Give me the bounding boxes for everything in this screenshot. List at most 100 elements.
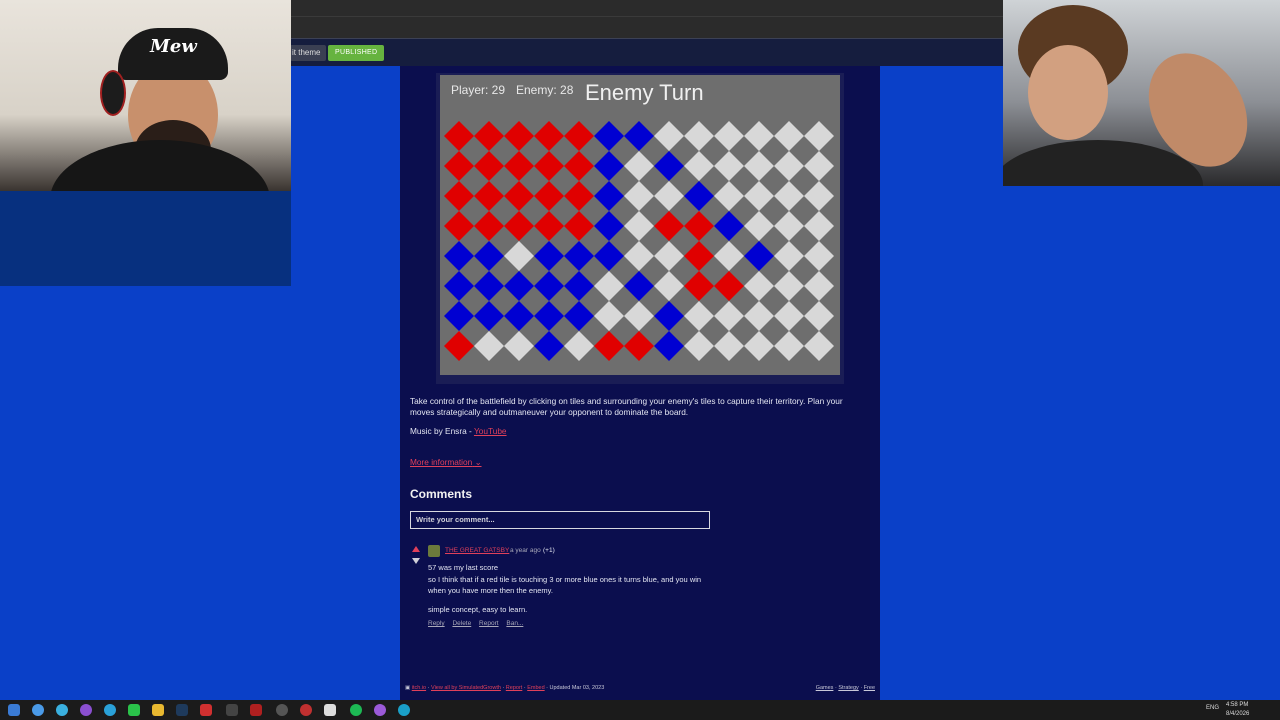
footer-tag-free[interactable]: Free bbox=[864, 685, 875, 691]
language-indicator[interactable]: ENG bbox=[1206, 705, 1219, 711]
footer-link-view-all[interactable]: View all by SimulatedGrowth bbox=[431, 685, 501, 691]
board-tile[interactable] bbox=[714, 151, 744, 181]
board-tile[interactable] bbox=[534, 121, 564, 151]
board-tile[interactable] bbox=[804, 331, 834, 361]
board-tile[interactable] bbox=[594, 241, 624, 271]
board-tile[interactable] bbox=[444, 271, 474, 301]
board-tile[interactable] bbox=[504, 211, 534, 241]
board-tile[interactable] bbox=[714, 241, 744, 271]
board-tile[interactable] bbox=[624, 241, 654, 271]
board-tile[interactable] bbox=[534, 181, 564, 211]
app-icon[interactable] bbox=[324, 704, 336, 716]
youtube-link[interactable]: YouTube bbox=[474, 426, 507, 436]
comment-author[interactable]: THE GREAT GATSBY bbox=[445, 547, 509, 554]
board-tile[interactable] bbox=[744, 271, 774, 301]
app-icon[interactable] bbox=[374, 704, 386, 716]
board-tile[interactable] bbox=[594, 151, 624, 181]
board-tile[interactable] bbox=[534, 151, 564, 181]
board-tile[interactable] bbox=[444, 241, 474, 271]
board-tile[interactable] bbox=[594, 271, 624, 301]
clock-time[interactable]: 4:58 PM bbox=[1226, 702, 1248, 708]
board-tile[interactable] bbox=[474, 181, 504, 211]
board-tile[interactable] bbox=[444, 331, 474, 361]
published-badge[interactable]: PUBLISHED bbox=[328, 45, 385, 61]
board-tile[interactable] bbox=[534, 301, 564, 331]
board-tile[interactable] bbox=[804, 211, 834, 241]
board-tile[interactable] bbox=[804, 301, 834, 331]
avatar[interactable] bbox=[428, 545, 440, 557]
board-tile[interactable] bbox=[744, 241, 774, 271]
board-tile[interactable] bbox=[474, 271, 504, 301]
board-tile[interactable] bbox=[684, 241, 714, 271]
board-tile[interactable] bbox=[744, 301, 774, 331]
report-link[interactable]: Report bbox=[479, 620, 499, 627]
board-tile[interactable] bbox=[744, 151, 774, 181]
obs-icon[interactable] bbox=[300, 704, 312, 716]
board-tile[interactable] bbox=[564, 331, 594, 361]
board-tile[interactable] bbox=[714, 271, 744, 301]
board-tile[interactable] bbox=[774, 301, 804, 331]
browser-icon[interactable] bbox=[32, 704, 44, 716]
board-tile[interactable] bbox=[444, 211, 474, 241]
board-tile[interactable] bbox=[444, 181, 474, 211]
more-information-label[interactable]: More information bbox=[410, 457, 472, 467]
board-tile[interactable] bbox=[594, 181, 624, 211]
board-tile[interactable] bbox=[684, 181, 714, 211]
steam-icon[interactable] bbox=[176, 704, 188, 716]
edge-icon[interactable] bbox=[56, 704, 68, 716]
board-tile[interactable] bbox=[474, 241, 504, 271]
board-tile[interactable] bbox=[594, 301, 624, 331]
board-tile[interactable] bbox=[774, 241, 804, 271]
board-tile[interactable] bbox=[564, 301, 594, 331]
board-tile[interactable] bbox=[744, 211, 774, 241]
board-tile[interactable] bbox=[564, 271, 594, 301]
board-tile[interactable] bbox=[684, 331, 714, 361]
board-tile[interactable] bbox=[564, 241, 594, 271]
board-tile[interactable] bbox=[624, 181, 654, 211]
board-tile[interactable] bbox=[624, 211, 654, 241]
board-tile[interactable] bbox=[654, 211, 684, 241]
board-tile[interactable] bbox=[474, 211, 504, 241]
footer-link-itchio[interactable]: itch.io bbox=[412, 685, 426, 691]
board-tile[interactable] bbox=[654, 331, 684, 361]
board-tile[interactable] bbox=[504, 241, 534, 271]
board-tile[interactable] bbox=[774, 151, 804, 181]
board-tile[interactable] bbox=[504, 301, 534, 331]
board-tile[interactable] bbox=[534, 271, 564, 301]
footer-tag-games[interactable]: Games bbox=[816, 685, 834, 691]
board-tile[interactable] bbox=[804, 181, 834, 211]
board-tile[interactable] bbox=[534, 241, 564, 271]
board-tile[interactable] bbox=[594, 121, 624, 151]
board-tile[interactable] bbox=[744, 121, 774, 151]
board-tile[interactable] bbox=[504, 121, 534, 151]
telegram-icon[interactable] bbox=[104, 704, 116, 716]
app-icon[interactable] bbox=[250, 704, 262, 716]
footer-link-embed[interactable]: Embed bbox=[527, 685, 544, 691]
board-tile[interactable] bbox=[684, 301, 714, 331]
board-tile[interactable] bbox=[714, 211, 744, 241]
board-tile[interactable] bbox=[534, 331, 564, 361]
board-tile[interactable] bbox=[804, 151, 834, 181]
board-tile[interactable] bbox=[474, 331, 504, 361]
board-tile[interactable] bbox=[564, 121, 594, 151]
board-tile[interactable] bbox=[744, 181, 774, 211]
footer-link-report[interactable]: Report bbox=[506, 685, 523, 691]
board-tile[interactable] bbox=[774, 211, 804, 241]
reply-link[interactable]: Reply bbox=[428, 620, 445, 627]
board-tile[interactable] bbox=[624, 151, 654, 181]
delete-link[interactable]: Delete bbox=[452, 620, 471, 627]
upvote-icon[interactable] bbox=[412, 546, 420, 552]
downvote-icon[interactable] bbox=[412, 558, 420, 564]
game-board[interactable] bbox=[444, 118, 838, 364]
board-tile[interactable] bbox=[654, 121, 684, 151]
comment-input[interactable]: Write your comment... bbox=[410, 511, 710, 529]
board-tile[interactable] bbox=[684, 121, 714, 151]
board-tile[interactable] bbox=[774, 121, 804, 151]
board-tile[interactable] bbox=[594, 211, 624, 241]
board-tile[interactable] bbox=[714, 331, 744, 361]
board-tile[interactable] bbox=[504, 331, 534, 361]
board-tile[interactable] bbox=[654, 181, 684, 211]
board-tile[interactable] bbox=[474, 121, 504, 151]
board-tile[interactable] bbox=[624, 271, 654, 301]
board-tile[interactable] bbox=[444, 151, 474, 181]
